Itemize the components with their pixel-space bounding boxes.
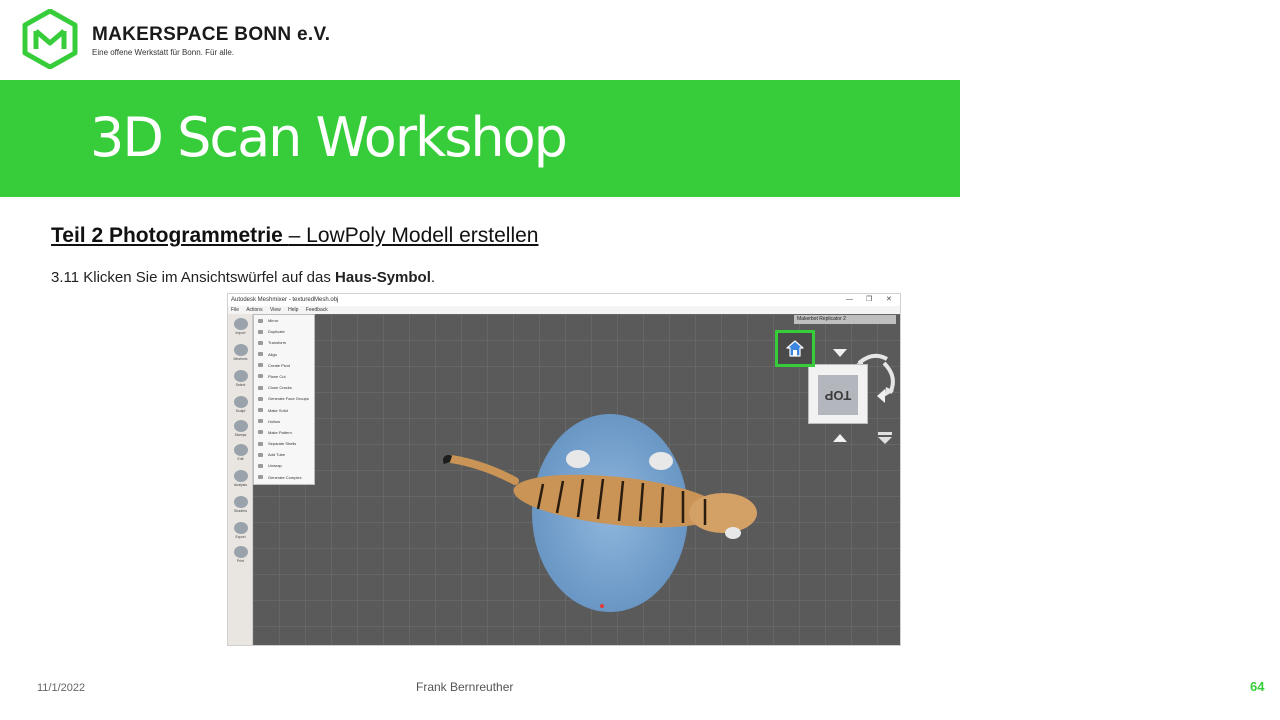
toolbar-label: Analysis: [233, 483, 248, 487]
page-number: 64: [1250, 679, 1265, 694]
toolbar-label: Import: [235, 331, 246, 335]
edit-menu-item[interactable]: Duplicate: [254, 326, 314, 337]
maximize-button[interactable]: ❐: [866, 294, 872, 306]
brand-name: MAKERSPACE BONN e.V.: [92, 24, 331, 45]
edit-menu-item[interactable]: Add Tube: [254, 449, 314, 460]
toolbar-meshmix[interactable]: Meshmix: [232, 344, 249, 362]
toolbar-import[interactable]: Import: [232, 318, 249, 336]
toolbar-export[interactable]: Export: [232, 522, 249, 540]
menu-bar: File Actions View Help Feedback: [228, 306, 900, 314]
footer-author: Frank Bernreuther: [416, 680, 514, 694]
edit-menu-item[interactable]: Create Pivot: [254, 360, 314, 371]
toolbar-sculpt[interactable]: Sculpt: [232, 396, 249, 414]
toolbar-analysis[interactable]: Analysis: [232, 470, 249, 488]
step-prefix: 3.11 Klicken Sie im Ansichtswürfel auf d…: [51, 269, 336, 286]
meshmixer-screenshot: Autodesk Meshmixer - texturedMesh.obj — …: [227, 293, 901, 646]
view-cube[interactable]: TOP: [808, 364, 868, 424]
pan-down-arrow-icon[interactable]: [833, 434, 847, 442]
step-instruction: 3.11 Klicken Sie im Ansichtswürfel auf d…: [51, 269, 435, 286]
left-toolbar: Import Meshmix Select Sculpt Stamps Edit…: [228, 314, 253, 645]
title-band: 3D Scan Workshop: [0, 80, 960, 197]
toolbar-label: Export: [235, 535, 246, 539]
toolbar-select[interactable]: Select: [232, 370, 249, 388]
machine-selector[interactable]: Makerbot Replicator 2: [794, 315, 896, 324]
edit-menu-item[interactable]: Make Solid: [254, 405, 314, 416]
edit-menu-panel: Mirror Duplicate Transform Align Create …: [253, 314, 315, 485]
edit-icon: [233, 444, 248, 456]
shaders-icon: [233, 496, 248, 508]
edit-menu-item[interactable]: Make Pattern: [254, 427, 314, 438]
view-cube-face[interactable]: TOP: [818, 375, 858, 415]
3d-viewport[interactable]: Makerbot Replicator 2 TOP: [253, 314, 900, 645]
slide-title: 3D Scan Workshop: [90, 106, 568, 169]
edit-menu-item[interactable]: Generate Face Groups: [254, 393, 314, 404]
sculpt-icon: [233, 396, 248, 408]
analysis-icon: [233, 470, 248, 482]
toolbar-stamps[interactable]: Stamps: [232, 420, 249, 438]
section-heading: Teil 2 Photogrammetrie – LowPoly Modell …: [51, 224, 538, 248]
print-icon: [233, 546, 248, 558]
pan-right-arrow-icon[interactable]: [877, 389, 885, 403]
brand-tagline: Eine offene Werkstatt für Bonn. Für alle…: [92, 48, 234, 57]
edit-menu-item[interactable]: Generate Complex: [254, 472, 314, 483]
edit-menu-item[interactable]: Transform: [254, 337, 314, 348]
edit-menu-item[interactable]: Close Cracks: [254, 382, 314, 393]
toolbar-label: Print: [236, 559, 245, 563]
select-icon: [233, 370, 248, 382]
close-button[interactable]: ✕: [886, 294, 892, 306]
collapse-nav-icon[interactable]: [877, 431, 893, 445]
toolbar-label: Meshmix: [233, 357, 248, 361]
edit-menu-item[interactable]: Mirror: [254, 315, 314, 326]
edit-menu-item[interactable]: Hollow: [254, 416, 314, 427]
menu-feedback[interactable]: Feedback: [306, 307, 328, 313]
window-title: Autodesk Meshmixer - texturedMesh.obj: [231, 297, 339, 303]
toolbar-label: Select: [235, 383, 246, 387]
toolbar-edit[interactable]: Edit: [232, 444, 249, 462]
edit-menu-item[interactable]: Plane Cut: [254, 371, 314, 382]
menu-actions[interactable]: Actions: [246, 307, 262, 313]
edit-menu-item[interactable]: Align: [254, 349, 314, 360]
toolbar-label: Sculpt: [235, 409, 246, 413]
pan-up-arrow-icon[interactable]: [833, 349, 847, 357]
toolbar-print[interactable]: Print: [232, 546, 249, 564]
toolbar-label: Stamps: [234, 433, 247, 437]
menu-view[interactable]: View: [270, 307, 281, 313]
footer-date: 11/1/2022: [37, 682, 86, 694]
toolbar-shaders[interactable]: Shaders: [232, 496, 249, 514]
menu-file[interactable]: File: [231, 307, 239, 313]
step-bold: Haus-Symbol: [335, 269, 431, 286]
meshmix-icon: [233, 344, 248, 356]
window-titlebar: Autodesk Meshmixer - texturedMesh.obj — …: [228, 294, 900, 306]
tiger-model-icon: [443, 450, 757, 539]
section-heading-rest: – LowPoly Modell erstellen: [288, 224, 539, 247]
pivot-marker: [600, 604, 604, 608]
makerspace-logo-icon: [22, 9, 78, 69]
toolbar-label: Shaders: [233, 509, 248, 513]
brand: MAKERSPACE BONN e.V. Eine offene Werksta…: [92, 24, 330, 57]
menu-help[interactable]: Help: [288, 307, 298, 313]
edit-menu-item[interactable]: Separate Shells: [254, 438, 314, 449]
minimize-button[interactable]: —: [846, 294, 853, 306]
home-button-highlight[interactable]: [775, 330, 815, 367]
section-heading-bold: Teil 2 Photogrammetrie: [51, 224, 289, 247]
stamps-icon: [233, 420, 248, 432]
step-suffix: .: [430, 269, 436, 286]
home-icon[interactable]: [786, 340, 804, 357]
export-icon: [233, 522, 248, 534]
import-icon: [233, 318, 248, 330]
toolbar-label: Edit: [237, 457, 244, 461]
edit-menu-item[interactable]: Unwrap: [254, 460, 314, 471]
